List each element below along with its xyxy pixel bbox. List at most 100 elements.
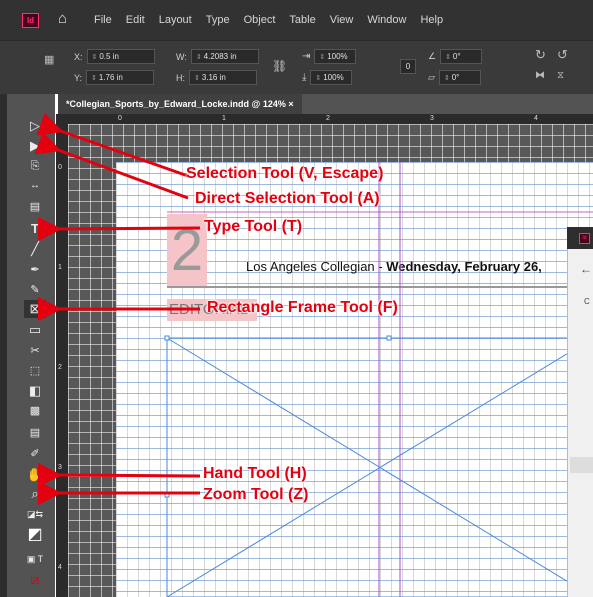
scale-y-icon: ⤓ [302, 72, 307, 83]
scale-x-value: 100% [327, 52, 348, 61]
type-tool-icon[interactable]: T [24, 220, 46, 238]
floating-panel [567, 227, 593, 597]
menu-help[interactable]: Help [420, 14, 443, 26]
rotate-clockwise-icon[interactable]: ↻ [535, 47, 546, 63]
gap-tool-icon[interactable]: ↔ [24, 177, 46, 195]
free-transform-tool-icon[interactable]: ⬚ [24, 362, 46, 380]
masthead-plain: Los Angeles Collegian - [246, 259, 387, 274]
document-tab-bar: *Collegian_Sports_by_Edward_Locke.indd @… [58, 94, 593, 114]
hand-tool-callout: Hand Tool (H) [203, 465, 307, 482]
document-tab-title: *Collegian_Sports_by_Edward_Locke.indd @… [66, 99, 286, 109]
direct-selection-tool-icon[interactable]: ▶ [24, 137, 46, 155]
page-number-frame[interactable]: 2 [167, 214, 207, 288]
type-tool-callout: Type Tool (T) [204, 218, 303, 235]
gradient-swatch-tool-icon[interactable]: ◧ [24, 382, 46, 400]
control-panel: ▦ X: ⇕ 0.5 in Y: ⇕ 1.76 in W: ⇕ 4.2083 i… [0, 40, 593, 94]
height-field[interactable]: ⇕ 3.16 in [189, 70, 257, 85]
default-colors-icon[interactable]: ◪⇆ [24, 505, 46, 523]
x-position-field[interactable]: ⇕ 0.5 in [86, 49, 155, 64]
menu-layout[interactable]: Layout [159, 14, 192, 26]
rectangle-frame-tool-callout: Rectangle Frame Tool (F) [207, 299, 398, 316]
home-icon[interactable]: ⌂ [58, 10, 67, 27]
menu-edit[interactable]: Edit [126, 14, 145, 26]
line-tool-icon[interactable]: ╱ [24, 240, 46, 258]
menu-type[interactable]: Type [206, 14, 230, 26]
horizontal-ruler: 0 1 2 3 4 [68, 114, 593, 124]
y-position-field[interactable]: ⇕ 1.76 in [86, 70, 155, 85]
back-arrow-icon[interactable]: ← [580, 262, 592, 276]
masthead-date: Wednesday, February 26, [386, 259, 542, 274]
h-label: H: [176, 72, 185, 83]
menu-object[interactable]: Object [244, 14, 276, 26]
masthead-text[interactable]: Los Angeles Collegian - Wednesday, Febru… [246, 259, 542, 274]
menu-list: File Edit Layout Type Object Table View … [94, 14, 443, 26]
fill-stroke-icon[interactable]: ◩ [24, 526, 46, 544]
y-value: 1.76 in [98, 73, 123, 82]
y-label: Y: [74, 72, 83, 83]
selection-tool-icon[interactable]: ▷ [24, 117, 46, 135]
panel-letter: C [584, 297, 590, 306]
scale-x-field[interactable]: ⇕ 100% [314, 49, 357, 64]
scale-x-icon: ⇥ [302, 51, 311, 62]
angle-value: 0° [452, 52, 461, 61]
panel-app-icon: Id [579, 233, 590, 244]
vruler-mark-2: 2 [58, 364, 62, 371]
apply-none-icon[interactable]: ⧄ [24, 570, 46, 588]
menu-table[interactable]: Table [289, 14, 315, 26]
menu-window[interactable]: Window [367, 14, 406, 26]
vruler-mark-1: 1 [58, 264, 62, 271]
rotate-counterclockwise-icon[interactable]: ↺ [557, 47, 568, 63]
hruler-mark-4: 4 [534, 115, 538, 122]
shear-icon: ▱ [428, 72, 435, 82]
indesign-app-icon[interactable]: Id [22, 13, 39, 28]
x-label: X: [74, 51, 83, 62]
rectangle-tool-icon[interactable]: ▭ [24, 321, 46, 339]
zoom-tool-icon[interactable]: ⌕ [24, 485, 46, 503]
x-value: 0.5 in [99, 52, 119, 61]
gradient-feather-tool-icon[interactable]: ▩ [24, 402, 46, 420]
shear-value: 0° [451, 73, 460, 82]
zoom-tool-callout: Zoom Tool (Z) [203, 486, 309, 503]
vruler-mark-0: 0 [58, 164, 62, 171]
direct-selection-tool-callout: Direct Selection Tool (A) [195, 190, 380, 207]
hand-tool-icon[interactable]: ✋ [24, 466, 46, 484]
w-label: W: [176, 51, 187, 62]
hruler-mark-0: 0 [118, 115, 122, 122]
menu-bar: Id ⌂ File Edit Layout Type Object Table … [0, 0, 593, 40]
scale-y-field[interactable]: ⇕ 100% [310, 70, 353, 85]
formatting-affects-container-icon[interactable]: ▣ T [24, 550, 46, 568]
document-tab[interactable]: *Collegian_Sports_by_Edward_Locke.indd @… [58, 94, 302, 114]
hruler-mark-1: 1 [222, 115, 226, 122]
shear-field[interactable]: ⇕ 0° [438, 70, 481, 85]
tools-panel-edge [0, 94, 7, 597]
stroke-weight-field[interactable]: 0 [400, 59, 416, 74]
vertical-ruler: 0 1 2 3 4 [56, 114, 68, 597]
hruler-mark-2: 2 [326, 115, 330, 122]
h-value: 3.16 in [201, 73, 226, 82]
constrain-proportions-icon[interactable]: ⛓ [272, 59, 287, 73]
pen-tool-icon[interactable]: ✒ [24, 261, 46, 279]
flip-vertical-icon[interactable]: ⧖ [557, 70, 564, 81]
rotation-field[interactable]: ⇕ 0° [440, 49, 483, 64]
menu-file[interactable]: File [94, 14, 112, 26]
width-field[interactable]: ⇕ 4.2083 in [190, 49, 259, 64]
selection-tool-callout: Selection Tool (V, Escape) [186, 165, 384, 182]
close-tab-icon[interactable]: × [288, 99, 293, 109]
rectangle-frame-tool-icon[interactable]: ⊠ [24, 300, 46, 318]
hruler-mark-3: 3 [430, 115, 434, 122]
note-tool-icon[interactable]: ▤ [24, 424, 46, 442]
reference-point-icon[interactable]: ▦ [44, 53, 54, 66]
scale-y-value: 100% [323, 73, 344, 82]
panel-bar [570, 457, 593, 473]
scissors-tool-icon[interactable]: ✂ [24, 342, 46, 360]
vruler-mark-3: 3 [58, 464, 62, 471]
flip-horizontal-icon[interactable]: ⧓ [535, 70, 545, 81]
menu-view[interactable]: View [330, 14, 354, 26]
content-collector-icon[interactable]: ▤ [24, 198, 46, 216]
pencil-tool-icon[interactable]: ✎ [24, 281, 46, 299]
masthead-rule [167, 286, 593, 288]
eyedropper-tool-icon[interactable]: ✐ [24, 445, 46, 463]
indesign-window: Id ⌂ File Edit Layout Type Object Table … [0, 0, 593, 597]
page-tool-icon[interactable]: ⎘ [24, 157, 46, 175]
rotate-icon: ∠ [428, 51, 437, 61]
